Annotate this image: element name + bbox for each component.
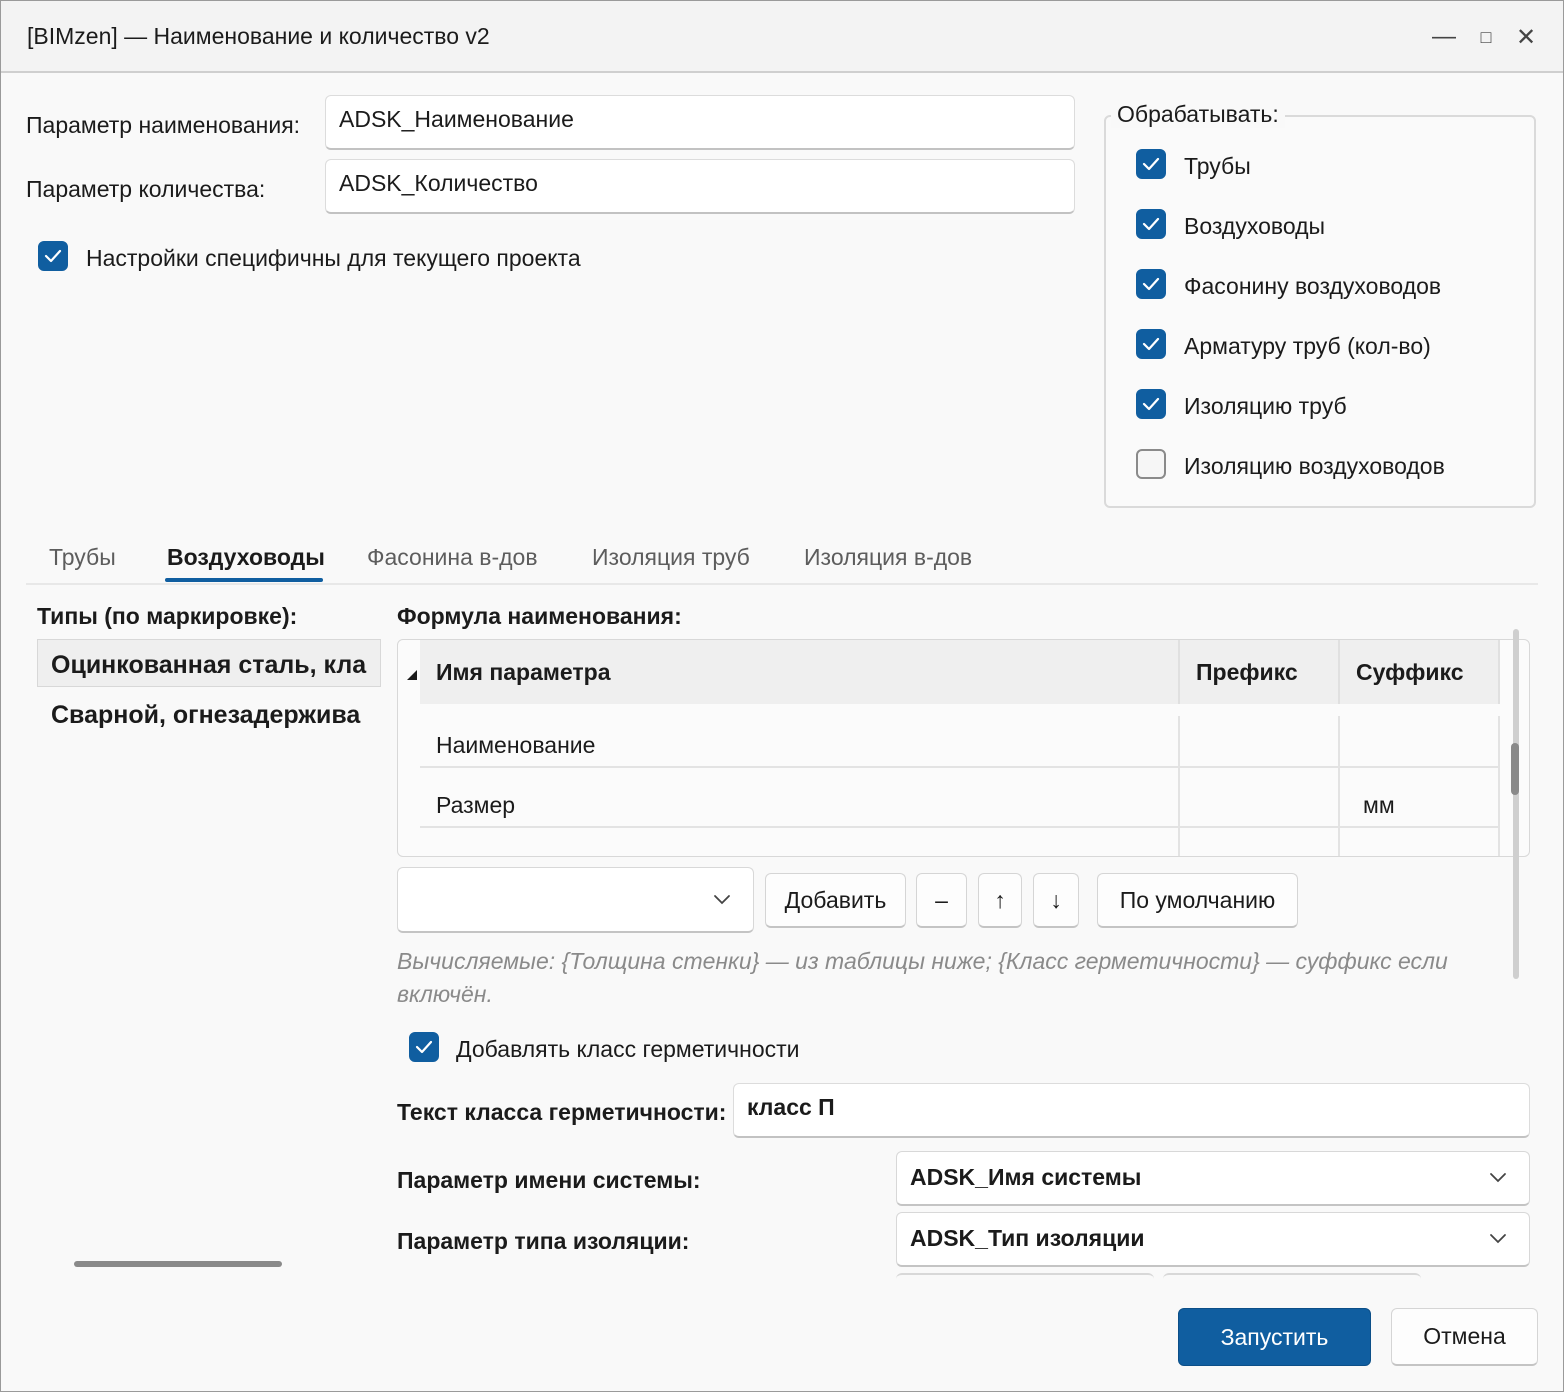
qty-param-label: Параметр количества: [26, 176, 266, 202]
insulation-param-combo[interactable]: ADSK_Тип изоляции [896, 1212, 1530, 1267]
types-list-item[interactable]: Сварной, огнезадержива [51, 701, 381, 730]
tightness-text-label: Текст класса герметичности: [397, 1099, 727, 1125]
name-param-input[interactable]: ADSK_Наименование [325, 95, 1075, 150]
move-up-button[interactable]: ↑ [978, 873, 1022, 928]
insulation-param-label: Параметр типа изоляции: [397, 1228, 690, 1254]
tab-duct-insulation[interactable]: Изоляция в-дов [804, 544, 972, 571]
checkmark-icon [1142, 397, 1160, 411]
grid-divider [1498, 716, 1500, 856]
chevron-down-icon [714, 895, 730, 905]
checkmark-icon [1142, 337, 1160, 351]
close-icon: ✕ [1515, 23, 1537, 51]
process-group-title: Обрабатывать: [1111, 101, 1285, 128]
add-button[interactable]: Добавить [765, 873, 906, 928]
types-list-item[interactable]: Оцинкованная сталь, кла [51, 651, 381, 680]
dialog-window: [BIMzen] — Наименование и количество v2 … [0, 0, 1564, 1392]
checkmark-icon [1142, 277, 1160, 291]
active-tab-indicator [165, 578, 323, 582]
checkmark-icon [1142, 217, 1160, 231]
process-pipes-label: Трубы [1184, 153, 1251, 179]
process-ducts-label: Воздуховоды [1184, 213, 1326, 239]
process-duct-insulation-checkbox[interactable] [1136, 449, 1166, 479]
tab-ducts[interactable]: Воздуховоды [167, 544, 325, 571]
formula-row-suffix[interactable]: мм [1363, 792, 1395, 819]
name-param-label: Параметр наименования: [26, 112, 301, 138]
process-duct-insulation-label: Изоляцию воздуховодов [1184, 453, 1445, 479]
clipped-control [896, 1273, 1154, 1281]
checkmark-icon [1142, 157, 1160, 171]
formula-row-name[interactable]: Размер [436, 792, 515, 819]
add-tightness-checkbox[interactable] [409, 1032, 439, 1062]
checkmark-icon [415, 1040, 433, 1054]
collapse-triangle-icon[interactable] [406, 668, 418, 686]
qty-param-input[interactable]: ADSK_Количество [325, 159, 1075, 214]
move-down-button[interactable]: ↓ [1033, 873, 1079, 928]
formula-grid: Имя параметра Префикс Суффикс Наименован… [397, 639, 1530, 857]
tab-pipe-insulation[interactable]: Изоляция труб [592, 544, 750, 571]
checkmark-icon [44, 249, 62, 263]
formula-vertical-scrollbar[interactable] [1513, 629, 1519, 979]
tab-duct-fittings[interactable]: Фасонина в-дов [367, 544, 538, 571]
maximize-icon: □ [1480, 26, 1492, 47]
minimize-button[interactable]: — [1424, 17, 1464, 57]
default-button[interactable]: По умолчанию [1097, 873, 1298, 928]
remove-button[interactable]: – [916, 873, 967, 928]
system-param-combo[interactable]: ADSK_Имя системы [896, 1151, 1530, 1206]
grid-divider [1338, 716, 1340, 856]
computed-hint: Вычисляемые: {Толщина стенки} — из табли… [397, 948, 1448, 1007]
grid-divider [1178, 716, 1180, 856]
tightness-text-input[interactable]: класс П [733, 1083, 1530, 1138]
close-button[interactable]: ✕ [1506, 17, 1546, 57]
system-param-label: Параметр имени системы: [397, 1167, 701, 1193]
process-pipe-insulation-label: Изоляцию труб [1184, 393, 1347, 419]
process-pipe-accessories-checkbox[interactable] [1136, 329, 1166, 359]
grid-row-divider [420, 766, 1500, 768]
column-header-name[interactable]: Имя параметра [420, 640, 1180, 704]
parameter-combo[interactable] [397, 867, 754, 933]
process-pipes-checkbox[interactable] [1136, 149, 1166, 179]
types-title: Типы (по маркировке): [37, 603, 298, 629]
process-pipe-accessories-label: Арматуру труб (кол-во) [1184, 333, 1431, 359]
window-title: [BIMzen] — Наименование и количество v2 [27, 23, 490, 49]
process-ducts-checkbox[interactable] [1136, 209, 1166, 239]
formula-row-name[interactable]: Наименование [436, 732, 595, 759]
run-button[interactable]: Запустить [1178, 1308, 1371, 1366]
process-pipe-insulation-checkbox[interactable] [1136, 389, 1166, 419]
formula-scrollbar-thumb[interactable] [1511, 743, 1519, 795]
process-duct-fittings-label: Фасонину воздуховодов [1184, 273, 1442, 299]
tab-strip-divider [26, 583, 1538, 585]
clipped-control [1163, 1273, 1421, 1281]
types-horizontal-scrollbar[interactable] [74, 1261, 282, 1267]
title-bar: [BIMzen] — Наименование и количество v2 … [1, 1, 1563, 73]
maximize-button[interactable]: □ [1466, 17, 1506, 57]
add-tightness-label: Добавлять класс герметичности [456, 1036, 800, 1062]
column-header-prefix[interactable]: Префикс [1180, 640, 1340, 704]
tab-pipes[interactable]: Трубы [49, 544, 116, 571]
project-specific-checkbox[interactable] [38, 241, 68, 271]
cancel-button[interactable]: Отмена [1391, 1308, 1538, 1366]
chevron-down-icon [1490, 1173, 1506, 1183]
chevron-down-icon [1490, 1234, 1506, 1244]
process-group [1104, 115, 1536, 508]
project-specific-label: Настройки специфичны для текущего проект… [86, 245, 581, 271]
column-header-suffix[interactable]: Суффикс [1340, 640, 1500, 704]
formula-title: Формула наименования: [397, 603, 682, 629]
grid-row-divider [420, 826, 1500, 828]
process-duct-fittings-checkbox[interactable] [1136, 269, 1166, 299]
minimize-icon: — [1432, 23, 1456, 50]
